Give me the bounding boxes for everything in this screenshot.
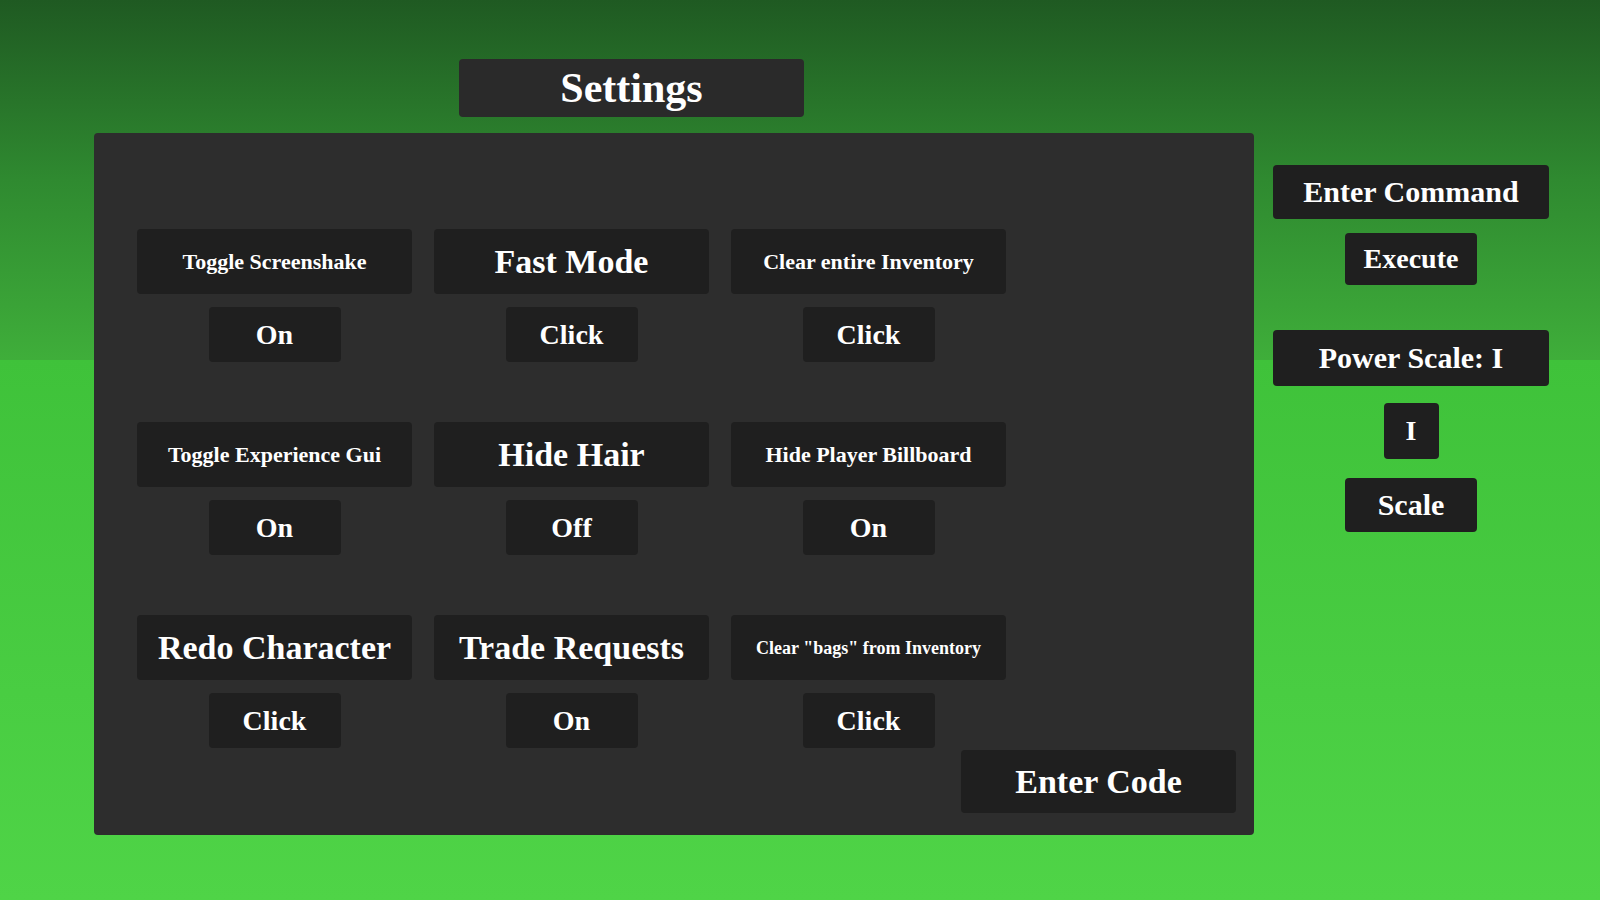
setting-label: Fast Mode xyxy=(434,229,709,294)
setting-label: Clear entire Inventory xyxy=(731,229,1006,294)
setting-item: Clear "bags" from Inventory Click xyxy=(731,615,1006,748)
setting-button[interactable]: On xyxy=(209,307,341,362)
scale-button[interactable]: Scale xyxy=(1345,478,1477,532)
setting-button[interactable]: Click xyxy=(506,307,638,362)
scale-input[interactable]: I xyxy=(1384,403,1439,459)
execute-button[interactable]: Execute xyxy=(1345,233,1477,285)
setting-label: Clear "bags" from Inventory xyxy=(731,615,1006,680)
setting-label: Hide Hair xyxy=(434,422,709,487)
setting-button[interactable]: Off xyxy=(506,500,638,555)
setting-label: Trade Requests xyxy=(434,615,709,680)
setting-item: Hide Hair Off xyxy=(434,422,709,555)
settings-title: Settings xyxy=(459,59,804,117)
settings-panel: Toggle ScreenshakeOnFast ModeClickClear … xyxy=(94,133,1254,835)
setting-item: Hide Player Billboard On xyxy=(731,422,1006,555)
command-panel: Enter Command Execute Power Scale: I I Scale xyxy=(1273,165,1549,532)
setting-button[interactable]: On xyxy=(803,500,935,555)
setting-button[interactable]: Click xyxy=(209,693,341,748)
setting-label: Redo Character xyxy=(137,615,412,680)
setting-label: Toggle Screenshake xyxy=(137,229,412,294)
power-scale-label: Power Scale: I xyxy=(1273,330,1549,386)
setting-label: Toggle Experience Gui xyxy=(137,422,412,487)
setting-label: Hide Player Billboard xyxy=(731,422,1006,487)
setting-item: Clear entire Inventory Click xyxy=(731,229,1006,362)
setting-item: Redo Character Click xyxy=(137,615,412,748)
setting-item: Fast Mode Click xyxy=(434,229,709,362)
setting-item: Toggle Screenshake On xyxy=(137,229,412,362)
setting-item: Toggle Experience Gui On xyxy=(137,422,412,555)
setting-button[interactable]: On xyxy=(209,500,341,555)
command-input[interactable]: Enter Command xyxy=(1273,165,1549,219)
setting-button[interactable]: Click xyxy=(803,693,935,748)
setting-button[interactable]: Click xyxy=(803,307,935,362)
code-input[interactable]: Enter Code xyxy=(961,750,1236,813)
setting-item: Trade Requests On xyxy=(434,615,709,748)
game-screen: Settings Toggle Screenshake On Fast Mode Cli… xyxy=(0,0,1600,900)
setting-button[interactable]: On xyxy=(506,693,638,748)
